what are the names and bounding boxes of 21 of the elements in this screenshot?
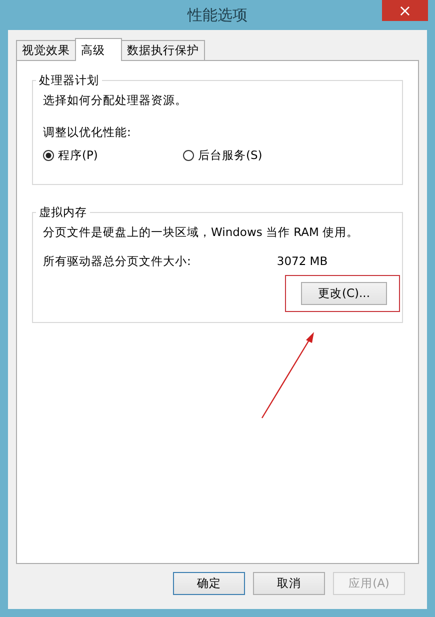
tab[interactable]: 视觉效果 xyxy=(16,40,76,60)
radio-label: 后台服务(S) xyxy=(198,148,262,163)
radio-icon[interactable] xyxy=(183,150,194,161)
group-title: 处理器计划 xyxy=(38,73,100,88)
radio-option[interactable]: 程序(P) xyxy=(43,148,183,163)
tab[interactable]: 高级 xyxy=(75,38,122,61)
description-text: 选择如何分配处理器资源。 xyxy=(43,92,188,108)
close-button[interactable]: × xyxy=(382,0,428,21)
radio-icon[interactable] xyxy=(43,150,54,161)
tab[interactable]: 数据执行保护 xyxy=(121,40,205,60)
description-text: 分页文件是硬盘上的一块区域，Windows 当作 RAM 使用。 xyxy=(43,224,360,240)
window-title: 性能选项 xyxy=(188,6,248,24)
dialog-button[interactable]: 确定 xyxy=(173,572,245,595)
change-button[interactable]: 更改(C)... xyxy=(301,282,387,305)
dialog-button[interactable]: 取消 xyxy=(253,572,325,595)
size-label: 所有驱动器总分页文件大小: xyxy=(43,254,191,269)
prompt-text: 调整以优化性能: xyxy=(43,124,132,140)
radio-label: 程序(P) xyxy=(58,148,98,163)
size-value: 3072 MB xyxy=(276,254,328,269)
group-title: 虚拟内存 xyxy=(38,205,88,220)
radio-option[interactable]: 后台服务(S) xyxy=(183,148,323,163)
